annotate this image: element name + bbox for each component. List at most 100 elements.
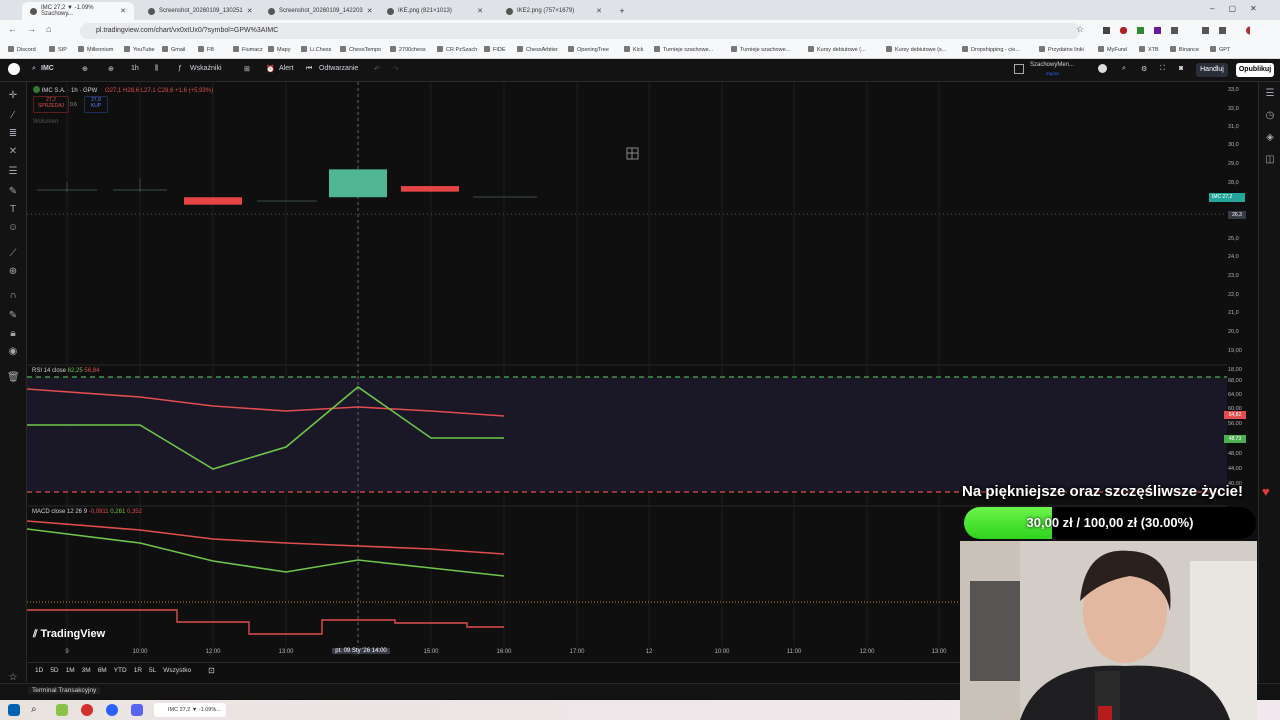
replay-icon[interactable]: ⏮ (306, 65, 312, 73)
close-tab-icon[interactable]: ✕ (367, 7, 373, 15)
taskbar-discord-icon[interactable] (131, 704, 143, 716)
range-button-1r[interactable]: 1R (134, 667, 142, 674)
taskbar-opera-icon[interactable] (81, 704, 93, 716)
watchlist-icon[interactable]: ☰ (1264, 88, 1276, 100)
range-button-6m[interactable]: 6M (98, 667, 107, 674)
sell-button[interactable]: 27,2 SPRZEDAJ (33, 96, 69, 113)
pattern-icon[interactable]: ✕ (7, 146, 19, 158)
bookmark-item[interactable]: Binance (1170, 46, 1199, 53)
bookmark-item[interactable]: Fiumacz (233, 46, 263, 53)
range-button-1d[interactable]: 1D (35, 667, 43, 674)
close-tab-icon[interactable]: ✕ (120, 7, 126, 15)
interval-button[interactable]: 1h (131, 65, 139, 72)
bull-candle[interactable] (329, 169, 387, 198)
close-tab-icon[interactable]: ✕ (596, 7, 602, 15)
trade-button[interactable]: Handluj (1196, 63, 1228, 77)
account-icon[interactable] (1098, 64, 1107, 73)
browser-tab-3[interactable]: Screenshot_20260109_142203 ✕ (260, 2, 373, 20)
bookmark-item[interactable]: Kick (624, 46, 643, 53)
bookmark-item[interactable]: Gmail (162, 46, 185, 53)
forecast-icon[interactable]: ☰ (7, 166, 19, 178)
taskbar-app-icon[interactable] (56, 704, 68, 716)
bookmark-item[interactable]: Discord (8, 46, 36, 53)
bookmark-item[interactable]: MyFund (1098, 46, 1127, 53)
publish-button[interactable]: Opublikuj (1236, 63, 1274, 77)
bookmark-item[interactable]: Turnieje szachowe... (731, 46, 790, 53)
compare-icon[interactable]: ⊕ (82, 65, 88, 73)
layout-checkbox-icon[interactable] (1014, 64, 1024, 74)
bookmark-star-icon[interactable]: ☆ (1076, 24, 1084, 35)
layout-name[interactable]: SzachowyMen... (1030, 62, 1074, 68)
bookmark-item[interactable]: Kursy debiutowe (... (808, 46, 866, 53)
fullscreen-icon[interactable]: ⛶ (1160, 65, 1165, 73)
alert-button[interactable]: Alert (279, 65, 293, 72)
goto-date-icon[interactable]: ⊡ (208, 666, 215, 675)
zoom-icon[interactable]: ⊕ (7, 266, 19, 278)
ruler-icon[interactable]: ⟋ (7, 248, 19, 260)
user-avatar[interactable] (8, 63, 20, 75)
bookmark-item[interactable]: Dropshipping - cie... (962, 46, 1020, 53)
brush-icon[interactable]: ✎ (7, 186, 19, 198)
alerts-clock-icon[interactable]: ◷ (1264, 110, 1276, 122)
search-icon[interactable]: ⌕ (32, 65, 36, 73)
indicators-button[interactable]: Wskaźniki (190, 65, 222, 72)
range-button-5l[interactable]: 5L (149, 667, 156, 674)
range-button-ytd[interactable]: YTD (114, 667, 127, 674)
last-price-tag[interactable]: IMC 27,2 (1209, 193, 1245, 202)
undo-icon[interactable]: ↶ (374, 65, 380, 73)
bookmark-item[interactable]: YouTube (124, 46, 155, 53)
alert-icon[interactable]: ⏰ (266, 65, 275, 73)
taskbar-app-icon[interactable] (106, 704, 118, 716)
layout-save-hint[interactable]: Zapisz (1046, 71, 1059, 76)
layers-icon[interactable]: ◈ (1264, 132, 1276, 144)
indicators-icon[interactable]: ƒ (178, 65, 182, 72)
bookmark-item[interactable]: FB (198, 46, 214, 53)
chat-icon[interactable]: ◫ (1264, 154, 1276, 166)
volume-legend[interactable]: Wolumen (33, 119, 58, 125)
replay-button[interactable]: Odtwarzanie (319, 65, 358, 72)
symbol-legend[interactable]: IMC S.A. · 1h · GPW O27,1 H28,6 L27,1 C2… (33, 86, 213, 94)
taskbar-search-icon[interactable]: ⌕ (31, 704, 43, 716)
crosshair-icon[interactable]: ✛ (7, 90, 19, 102)
url-field[interactable]: pl.tradingview.com/chart/vx0xtUx0/?symbo… (80, 23, 1080, 39)
bookmark-item[interactable]: Turnieje szachowe... (654, 46, 713, 53)
bookmark-item[interactable]: Millennium (78, 46, 113, 53)
close-tab-icon[interactable]: ✕ (247, 7, 253, 15)
layouts-icon[interactable]: ⊞ (244, 65, 250, 73)
range-button-3m[interactable]: 3M (82, 667, 91, 674)
window-controls[interactable]: –▢✕ (1210, 4, 1271, 13)
trendline-icon[interactable]: ⁄ (7, 110, 19, 122)
bookmark-item[interactable]: 2700chess (390, 46, 426, 53)
range-button-5d[interactable]: 5D (50, 667, 58, 674)
browser-tab-2[interactable]: Screenshot_20260109_130251 ✕ (140, 2, 253, 20)
bookmark-item[interactable]: ChessTempo (340, 46, 381, 53)
bookmark-item[interactable]: Li.Chess (301, 46, 331, 53)
range-button-wszystko[interactable]: Wszystko (163, 667, 191, 674)
bookmark-item[interactable]: CR PzSzach (437, 46, 477, 53)
hide-drawings-icon[interactable]: ◉ (7, 346, 19, 358)
start-windows-icon[interactable] (8, 704, 20, 716)
browser-tab-4[interactable]: IKE.png (821×1013) ✕ (379, 2, 491, 20)
emoji-icon[interactable]: ☺ (7, 222, 19, 234)
terminal-tab[interactable]: Terminal Transakcyjny (28, 687, 101, 694)
rsi-legend[interactable]: RSI 14 close 62,25 56,84 (32, 368, 99, 374)
stay-drawing-icon[interactable]: ✎ (7, 310, 19, 322)
chart-type-icon[interactable]: ⫼ (155, 65, 158, 73)
bookmark-item[interactable]: Kursy debiutowe (s... (886, 46, 946, 53)
bear-candle[interactable] (184, 197, 242, 205)
bookmark-item[interactable]: OpeningTree (568, 46, 609, 53)
range-button-1m[interactable]: 1M (66, 667, 75, 674)
taskbar-active-window[interactable]: IMC 27,2 ▼ -1.09%... (154, 703, 226, 717)
browser-tab-1[interactable]: IMC 27,2 ▼ -1.09% Szachowy... ✕ (22, 2, 134, 20)
add-symbol-icon[interactable]: ⊕ (108, 65, 114, 73)
settings-gear-icon[interactable]: ⚙ (1141, 65, 1147, 73)
macd-legend[interactable]: MACD close 12 26 9 -0,0911 0,261 0,352 (32, 509, 142, 515)
browser-tab-5[interactable]: IKE2.png (757×1679) ✕ (498, 2, 610, 20)
bookmark-item[interactable]: Mapy (268, 46, 290, 53)
buy-button[interactable]: 27,8 KUP (84, 96, 108, 113)
bookmark-item[interactable]: ChessArbiter (517, 46, 558, 53)
magnet-icon[interactable]: ∩ (7, 290, 19, 302)
trash-icon[interactable]: 🗑︎ (7, 372, 20, 384)
bookmark-item[interactable]: FIDE (484, 46, 506, 53)
bear-candle[interactable] (401, 186, 459, 192)
